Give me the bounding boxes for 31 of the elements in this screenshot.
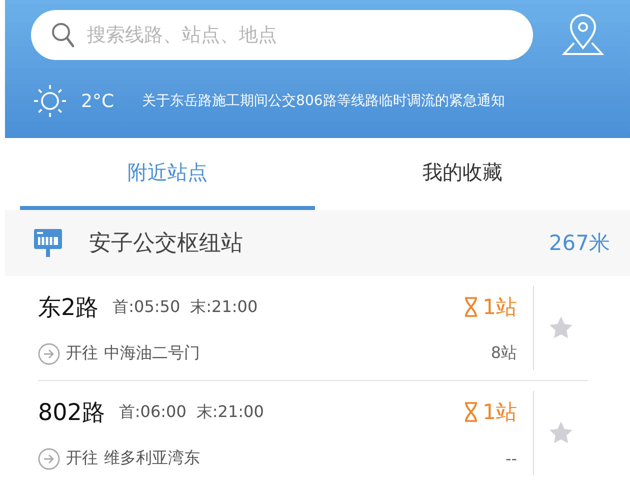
direction-label: 开往 <box>66 448 98 469</box>
last-bus-time: 末:21:00 <box>190 296 258 318</box>
search-bar[interactable]: 搜索线路、站点、地点 <box>31 10 533 60</box>
arrow-circle-icon <box>38 448 60 470</box>
bus-stop-icon <box>33 228 63 258</box>
first-bus-time: 首:05:50 <box>112 296 180 318</box>
distance: 267米 <box>548 230 610 257</box>
temperature: 2°C <box>81 90 114 112</box>
search-icon <box>51 22 75 48</box>
station-name: 安子公交枢纽站 <box>89 230 244 258</box>
first-bus-time: 首:06:00 <box>118 402 186 422</box>
tab[interactable]: 我的收藏 <box>315 138 610 210</box>
star-icon[interactable] <box>548 420 574 446</box>
arrow-circle-icon <box>38 342 60 364</box>
sun-icon <box>31 82 69 120</box>
search-field[interactable]: 搜索线路、站点、地点 <box>85 23 513 47</box>
route-name[interactable]: 802路 <box>38 396 105 428</box>
stop-count: 8站 <box>490 343 517 364</box>
hourglass-icon <box>462 402 479 422</box>
destination: 中海油二号门 <box>104 343 200 364</box>
arrival-stops: 1站 <box>482 399 517 426</box>
location-pin-icon[interactable] <box>561 14 605 56</box>
route-name[interactable]: 东2路 <box>38 292 99 322</box>
arrival-stops: 1站 <box>482 294 517 321</box>
direction-label: 开往 <box>66 343 98 364</box>
station-header[interactable]: 安子公交枢纽站 267米 <box>5 210 630 276</box>
destination: 维多利亚湾东 <box>104 448 200 469</box>
star-icon[interactable] <box>548 315 574 341</box>
stop-count: -- <box>505 449 517 468</box>
hourglass-icon <box>462 297 479 317</box>
last-bus-time: 末:21:00 <box>196 402 264 422</box>
